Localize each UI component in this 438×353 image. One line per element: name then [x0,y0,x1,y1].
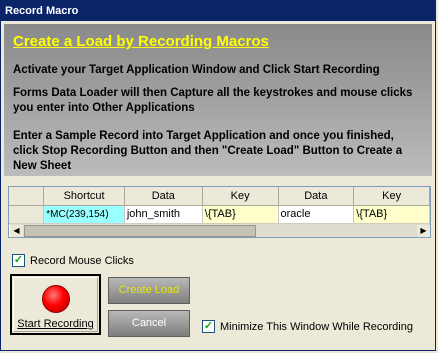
panel-title: Create a Load by Recording Macros [13,33,269,50]
column-header-key[interactable]: Key [202,187,279,206]
start-recording-button[interactable]: Start Recording [10,274,101,335]
cell-data[interactable]: oracle [278,205,355,224]
instruction-capture-2: you enter into Other Applications [13,102,195,114]
instruction-sample-3: New Sheet [13,160,72,172]
record-icon [42,285,70,313]
cell-key[interactable]: \{TAB} [202,205,279,224]
scroll-thumb[interactable] [24,225,256,237]
checkmark-icon: ✓ [203,320,214,332]
minimize-window-label[interactable]: Minimize This Window While Recording [220,321,413,333]
record-mouse-label[interactable]: Record Mouse Clicks [30,255,134,267]
column-header-data[interactable]: Data [278,187,355,206]
create-load-button[interactable]: Create Load [108,277,190,304]
horizontal-scrollbar[interactable]: ◀ ▶ [10,223,430,237]
row-header[interactable] [9,205,45,224]
instruction-sample-1: Enter a Sample Record into Target Applic… [13,130,394,142]
instruction-sample-2: click Stop Recording Button and then "Cr… [13,145,403,157]
cell-shortcut[interactable]: *MC(239,154) [43,205,125,224]
window-title: Record Macro [1,1,435,21]
instruction-activate: Activate your Target Application Window … [13,64,380,76]
column-header-key[interactable]: Key [353,187,430,206]
grid-row: *MC(239,154) john_smith \{TAB} oracle \{… [9,205,430,224]
record-mouse-checkbox[interactable]: ✓ [12,254,25,267]
cancel-button[interactable]: Cancel [108,310,190,337]
cell-data[interactable]: john_smith [124,205,203,224]
instruction-capture-1: Forms Data Loader will then Capture all … [13,87,413,99]
grid-header-row: Shortcut Data Key Data Key [9,187,430,206]
start-recording-label: Start Recording [17,318,94,330]
cell-key[interactable]: \{TAB} [353,205,430,224]
record-macro-window: Record Macro Create a Load by Recording … [0,0,436,351]
scroll-left-icon[interactable]: ◀ [10,225,23,237]
column-header-shortcut[interactable]: Shortcut [43,187,125,206]
minimize-window-checkbox[interactable]: ✓ [202,320,215,333]
macro-grid[interactable]: Shortcut Data Key Data Key *MC(239,154) … [8,186,431,238]
checkmark-icon: ✓ [13,254,24,266]
scroll-right-icon[interactable]: ▶ [417,225,430,237]
grid-corner [9,187,45,206]
instructions-panel: Create a Load by Recording Macros Activa… [4,24,432,176]
column-header-data[interactable]: Data [124,187,203,206]
